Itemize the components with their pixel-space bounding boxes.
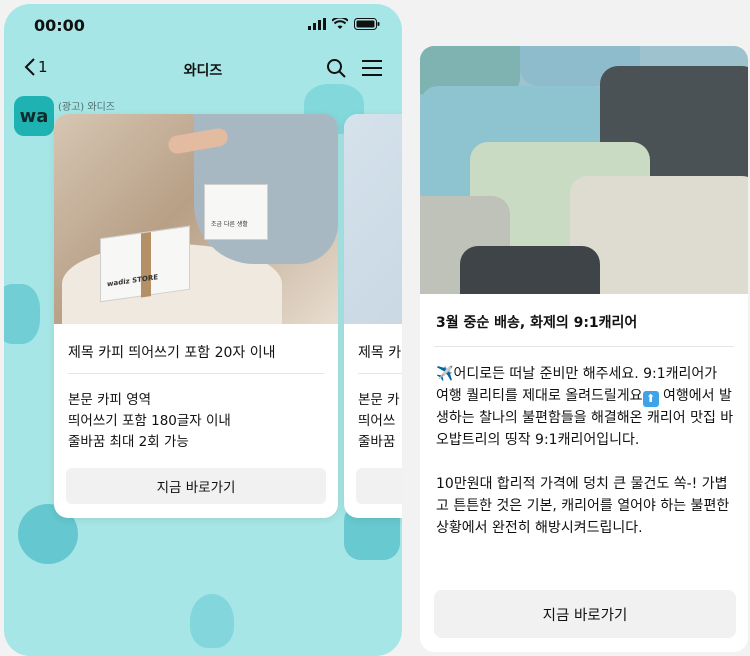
ad-card-image: 조금 다른 생활 wadiz STORE bbox=[54, 114, 338, 324]
phone-mockup-right: 3월 중순 배송, 화제의 9:1캐리어 ✈️어디로든 떠날 준비만 해주세요.… bbox=[420, 46, 748, 652]
ad-card-body-line: 띄어쓰 bbox=[358, 413, 396, 429]
box-tape bbox=[141, 232, 151, 298]
ad-card-body-line: 줄바꿈 bbox=[358, 434, 396, 450]
ad-card-next-title: 제목 카 bbox=[358, 324, 402, 374]
ad-card-next-body: 본문 카 띄어쓰 줄바꿈 bbox=[344, 374, 402, 453]
battery-icon bbox=[354, 18, 380, 30]
open-box: 조금 다른 생활 bbox=[204, 184, 268, 240]
brand-logo: wa bbox=[14, 96, 54, 136]
status-time: 00:00 bbox=[34, 16, 85, 35]
wifi-icon bbox=[332, 18, 348, 29]
post-paragraph: ✈️어디로든 떠날 준비만 해주세요. 9:1캐리어가 여행 퀄리티를 제대로 … bbox=[436, 363, 734, 451]
decorative-blob bbox=[190, 594, 234, 648]
airplane-emoji: ✈️ bbox=[436, 366, 454, 382]
ad-card-body-line: 띄어쓰기 포함 180글자 이내 bbox=[68, 413, 231, 429]
nav-bar: 1 와디즈 bbox=[4, 52, 402, 88]
ad-label: (광고) 와디즈 bbox=[58, 101, 115, 113]
box-slogan: 조금 다른 생활 bbox=[211, 221, 248, 228]
cta-button[interactable]: 지금 바로가기 bbox=[66, 468, 326, 504]
status-bar: 00:00 bbox=[4, 4, 402, 48]
closed-box: wadiz STORE bbox=[100, 225, 190, 303]
suitcase-image bbox=[420, 46, 748, 294]
ad-card[interactable]: 조금 다른 생활 wadiz STORE 제목 카피 띄어쓰기 포함 20자 이… bbox=[54, 114, 338, 518]
cta-button-next[interactable] bbox=[356, 468, 402, 504]
cta-button[interactable]: 지금 바로가기 bbox=[434, 590, 736, 638]
up-arrow-emoji: ⬆ bbox=[642, 391, 659, 407]
phone-mockup-left: 00:00 1 와디즈 wa (광고) 와디즈 조금 다른 생활 wadiz S… bbox=[4, 4, 402, 656]
ad-card-body: 본문 카피 영역 띄어쓰기 포함 180글자 이내 줄바꿈 최대 2회 가능 bbox=[54, 374, 338, 453]
ad-card-body-line: 줄바꿈 최대 2회 가능 bbox=[68, 434, 189, 450]
ad-card-body-line: 본문 카 bbox=[358, 392, 400, 408]
status-icons bbox=[308, 18, 380, 30]
hamburger-menu-icon[interactable] bbox=[362, 60, 382, 76]
decorative-blob bbox=[4, 284, 40, 344]
suitcase-shape bbox=[460, 246, 600, 294]
post-paragraph: 10만원대 합리적 가격에 덩치 큰 물건도 쏙-! 가볍고 튼튼한 것은 기본… bbox=[436, 476, 730, 536]
signal-icon bbox=[308, 18, 326, 30]
post-title: 3월 중순 배송, 화제의 9:1캐리어 bbox=[436, 315, 638, 331]
ad-card-next-image bbox=[344, 114, 402, 324]
search-icon[interactable] bbox=[326, 58, 346, 78]
ad-card-title: 제목 카피 띄어쓰기 포함 20자 이내 bbox=[68, 324, 324, 374]
ad-card-body-line: 본문 카피 영역 bbox=[68, 392, 152, 408]
ad-card-next[interactable]: 제목 카 본문 카 띄어쓰 줄바꿈 bbox=[344, 114, 402, 518]
ad-preview-stage: 00:00 1 와디즈 wa (광고) 와디즈 조금 다른 생활 wadiz S… bbox=[0, 0, 750, 656]
post-body: ✈️어디로든 떠날 준비만 해주세요. 9:1캐리어가 여행 퀄리티를 제대로 … bbox=[420, 347, 748, 539]
